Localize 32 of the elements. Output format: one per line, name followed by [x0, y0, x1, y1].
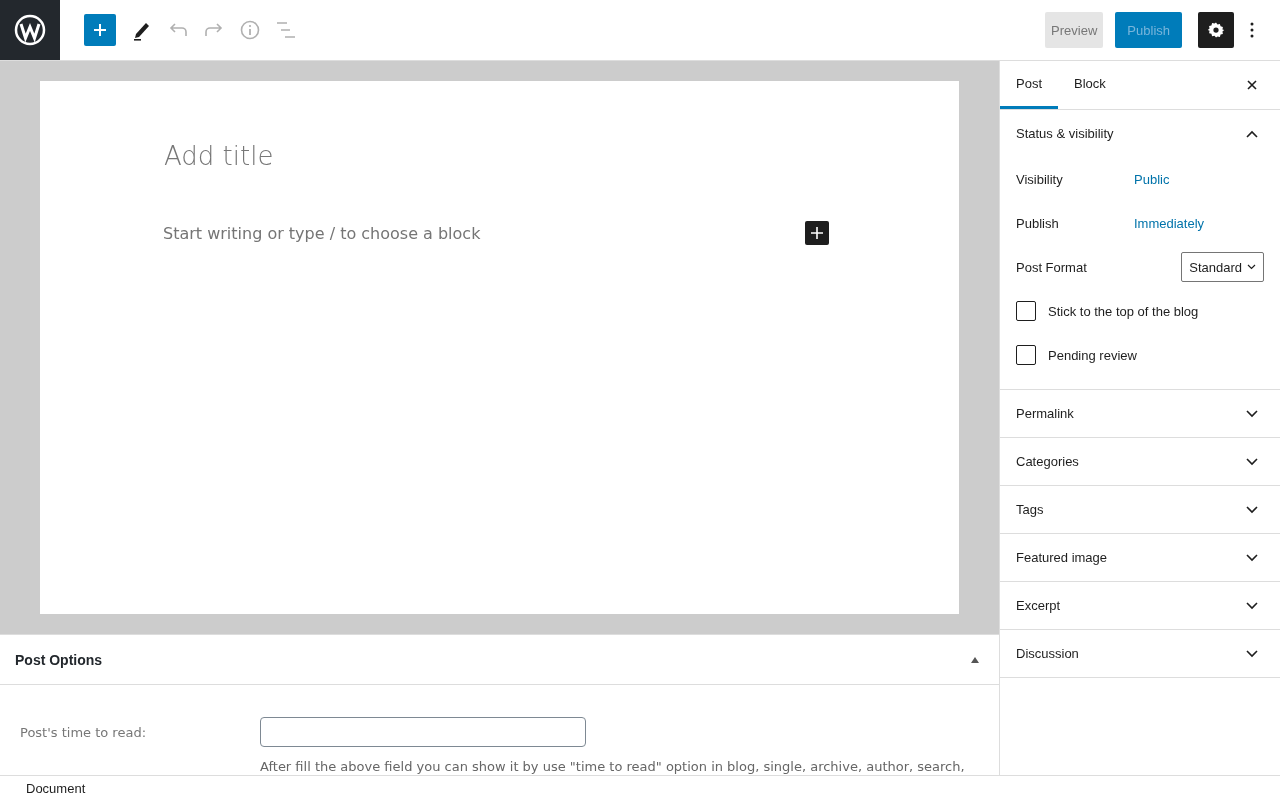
help-text: After fill the above field you can show it by use "time to read" option in blog, single, archive, author, search,: [260, 759, 965, 774]
setting-label: Publish: [1016, 215, 1060, 231]
sidebar-tab[interactable]: Block: [1058, 61, 1122, 109]
logo-icon[interactable]: [0, 0, 60, 60]
panel-toggle[interactable]: Excerpt: [1000, 582, 1280, 629]
settings-button[interactable]: [1198, 12, 1234, 48]
checkbox-label: Pending review: [1048, 347, 1137, 363]
plus-icon: [811, 227, 823, 239]
setting-label: Visibility: [1016, 171, 1064, 187]
panel-toggle[interactable]: Tags: [1000, 486, 1280, 533]
add-block-button[interactable]: [805, 221, 829, 245]
checkbox[interactable]: [1016, 345, 1036, 365]
panel-toggle[interactable]: Featured image: [1000, 534, 1280, 581]
chevron-icon: [1247, 264, 1256, 270]
panel-toggle[interactable]: Status & visibility: [1000, 110, 1280, 157]
checkbox[interactable]: [1016, 301, 1036, 321]
preview-button[interactable]: Preview: [1045, 12, 1104, 48]
panel-title: Post Options: [15, 651, 103, 668]
checkbox-label: Stick to the top of the blog: [1048, 303, 1199, 319]
panel-toggle[interactable]: Discussion: [1000, 630, 1280, 677]
time-to-read-field[interactable]: [260, 717, 586, 747]
plus-icon: [92, 22, 108, 38]
gear-icon: [1207, 21, 1225, 39]
setting-label: Post Format: [1016, 259, 1088, 275]
setting-link[interactable]: Immediately: [1134, 215, 1205, 231]
field-label: Post's time to read:: [20, 724, 148, 742]
panel-toggle[interactable]: Categories: [1000, 438, 1280, 485]
post-format-select[interactable]: Standard: [1181, 252, 1264, 282]
sidebar-tab[interactable]: Post: [1000, 61, 1058, 109]
setting-link[interactable]: Public: [1134, 171, 1170, 187]
breadcrumb[interactable]: Document: [26, 780, 86, 796]
panel-toggle[interactable]: Permalink: [1000, 390, 1280, 437]
